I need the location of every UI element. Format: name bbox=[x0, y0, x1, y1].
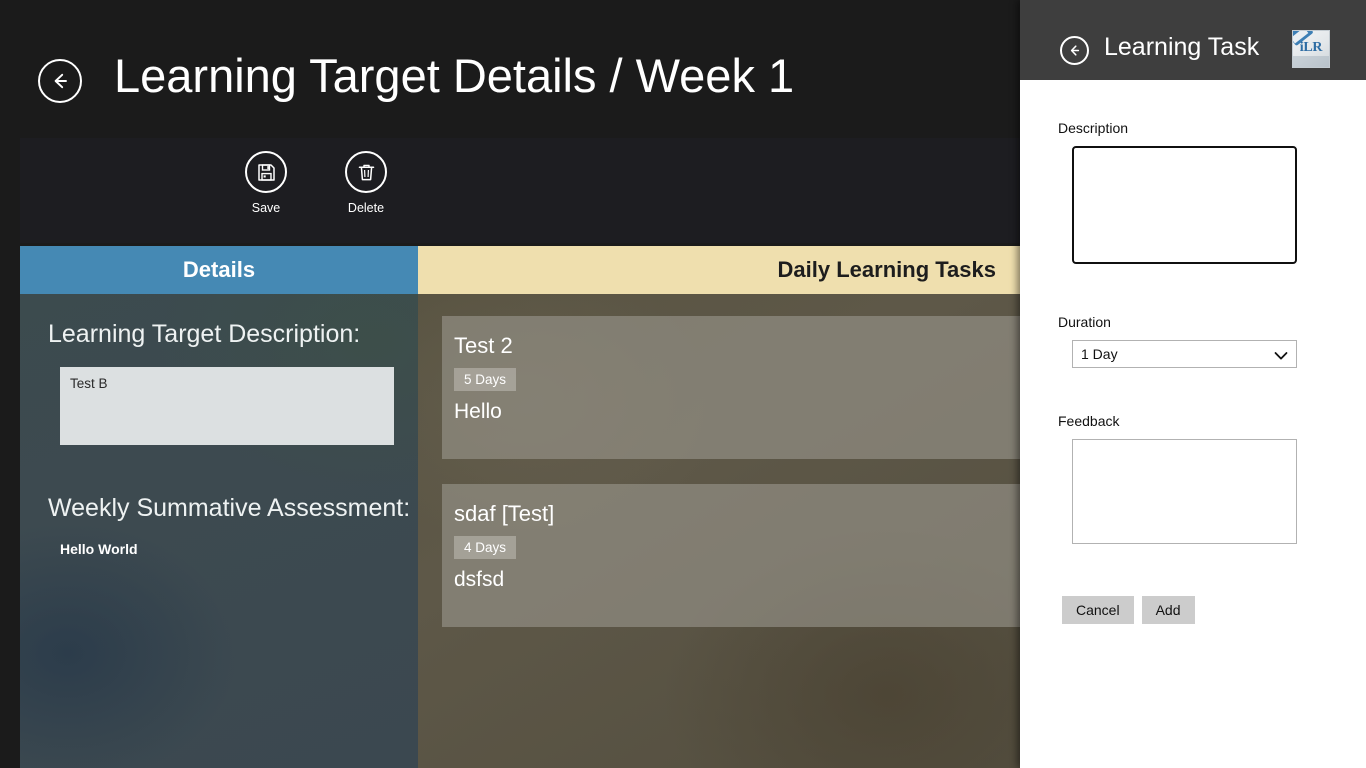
app-root: Learning Target Details / Week 1 Save De… bbox=[0, 0, 1366, 768]
tab-details[interactable]: Details bbox=[20, 246, 418, 294]
save-button[interactable]: Save bbox=[242, 151, 290, 215]
details-panel-body: Learning Target Description: Weekly Summ… bbox=[20, 294, 418, 557]
cancel-button[interactable]: Cancel bbox=[1062, 596, 1134, 624]
duration-label: Duration bbox=[1058, 314, 1111, 330]
app-icon-shade bbox=[1293, 56, 1329, 67]
weekly-summative-assessment-value: Hello World bbox=[60, 540, 138, 557]
save-floppy-icon bbox=[245, 151, 287, 193]
task-duration-badge: 4 Days bbox=[454, 536, 517, 560]
task-duration-badge: 5 Days bbox=[454, 368, 517, 392]
task-title: Test 2 bbox=[454, 333, 513, 358]
learning-task-flyout: Learning Task iLR Description Duration 1… bbox=[1020, 0, 1366, 768]
description-input[interactable] bbox=[1071, 145, 1298, 265]
command-group: Save Delete bbox=[242, 151, 390, 215]
task-list: Test 2 5 Days Hello sdaf [Test] 4 Days d… bbox=[418, 294, 1020, 627]
tab-daily-learning-tasks-label: Daily Learning Tasks bbox=[777, 257, 996, 282]
add-button[interactable]: Add bbox=[1141, 596, 1195, 624]
delete-button-label: Delete bbox=[347, 201, 385, 215]
flyout-actions: Cancel Add bbox=[1062, 596, 1366, 624]
feedback-input[interactable] bbox=[1072, 439, 1297, 544]
task-card[interactable]: Test 2 5 Days Hello bbox=[442, 316, 1020, 459]
main-app-area: Learning Target Details / Week 1 Save De… bbox=[0, 0, 1020, 768]
trash-can-icon bbox=[345, 151, 387, 193]
duration-select-wrap: 1 Day bbox=[1072, 340, 1297, 368]
app-icon-text: iLR bbox=[1299, 40, 1323, 55]
content-panels: Details Learning Target Description: Wee… bbox=[20, 246, 1020, 768]
learning-target-description-label: Learning Target Description: bbox=[48, 320, 361, 348]
delete-button[interactable]: Delete bbox=[342, 151, 390, 215]
feedback-label: Feedback bbox=[1058, 413, 1120, 429]
duration-select[interactable]: 1 Day bbox=[1072, 340, 1297, 368]
tab-details-label: Details bbox=[182, 257, 256, 282]
back-arrow-icon[interactable] bbox=[1060, 36, 1089, 65]
flyout-body: Description Duration 1 Day Feedback Canc… bbox=[1020, 80, 1366, 624]
task-body: Hello bbox=[454, 400, 502, 424]
weekly-summative-assessment-label: Weekly Summative Assessment: bbox=[48, 493, 411, 522]
page-title: Learning Target Details / Week 1 bbox=[114, 49, 795, 102]
flyout-title: Learning Task bbox=[1104, 33, 1260, 61]
description-label: Description bbox=[1058, 120, 1129, 136]
learning-target-description-input[interactable] bbox=[60, 366, 394, 445]
ilr-app-icon: iLR bbox=[1292, 30, 1330, 68]
daily-learning-tasks-panel: Daily Learning Tasks Test 2 5 Days Hello… bbox=[418, 246, 1020, 768]
task-body: dsfsd bbox=[454, 568, 505, 592]
back-arrow-icon[interactable] bbox=[38, 59, 82, 103]
page-header: Learning Target Details / Week 1 bbox=[0, 0, 1020, 138]
flyout-header: Learning Task iLR bbox=[1020, 0, 1366, 80]
details-panel: Details Learning Target Description: Wee… bbox=[20, 246, 418, 768]
tab-daily-learning-tasks[interactable]: Daily Learning Tasks bbox=[418, 246, 1020, 294]
command-app-bar: Save Delete bbox=[20, 138, 1020, 243]
task-card[interactable]: sdaf [Test] 4 Days dsfsd bbox=[442, 484, 1020, 627]
save-button-label: Save bbox=[251, 201, 281, 215]
task-title: sdaf [Test] bbox=[454, 501, 555, 526]
